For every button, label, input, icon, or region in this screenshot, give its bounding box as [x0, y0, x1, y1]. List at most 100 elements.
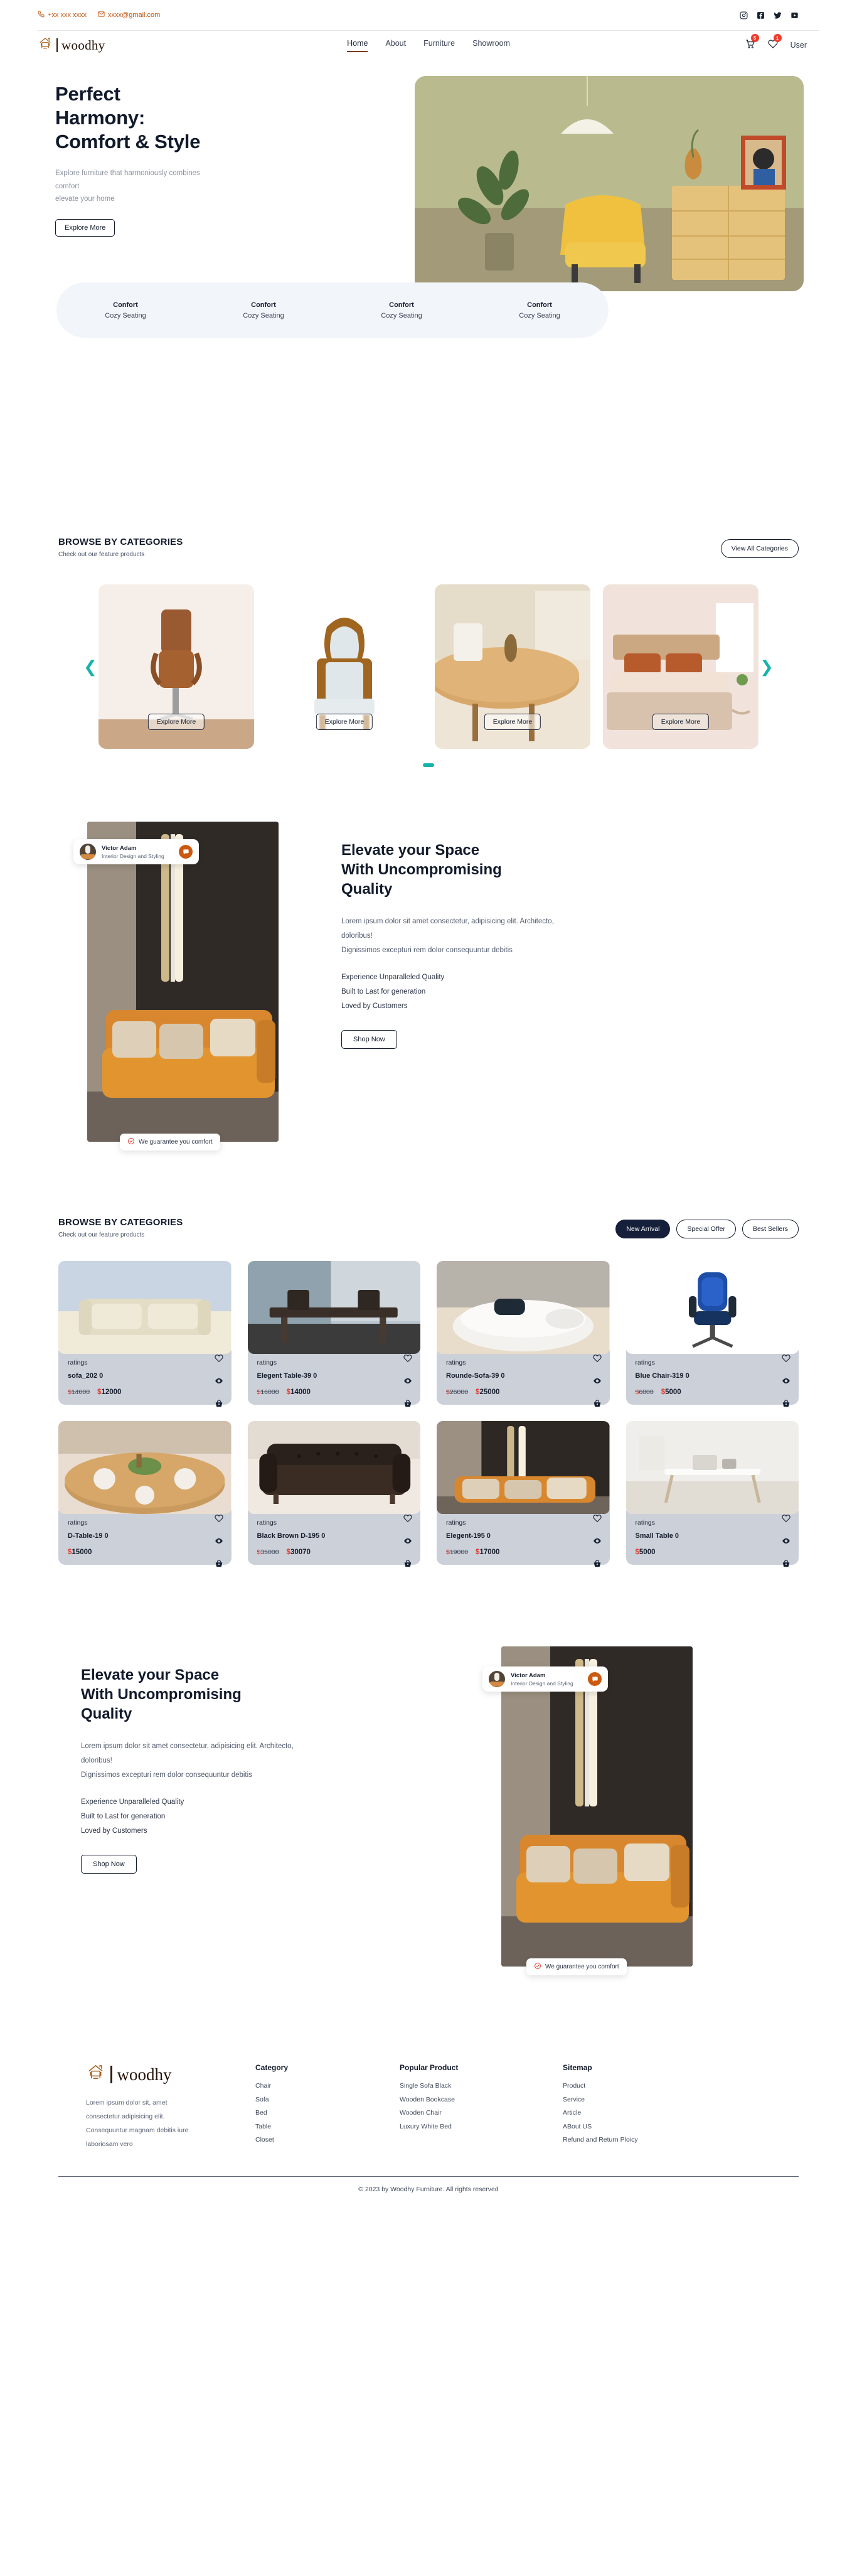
phone-contact[interactable]: +xx xxx xxxx	[38, 11, 87, 19]
hero-explore-more-button[interactable]: Explore More	[55, 218, 115, 237]
basket-icon[interactable]	[593, 1559, 602, 1571]
footer-link[interactable]: Refund and Return Ploicy	[563, 2133, 751, 2147]
basket-icon[interactable]	[403, 1559, 412, 1571]
heart-icon[interactable]	[403, 1514, 412, 1526]
basket-icon[interactable]	[215, 1559, 223, 1571]
sofa-room-illustration	[501, 1646, 693, 1967]
hero-feature-strip: Confort Cozy Seating Confort Cozy Seatin…	[56, 282, 609, 338]
heart-icon[interactable]	[403, 1354, 412, 1366]
showcase-title-line-2: With Uncompromising	[341, 861, 502, 879]
nav-item-furniture[interactable]: Furniture	[423, 39, 455, 52]
product-card-4[interactable]: ratings D-Table-19 0 $15000	[58, 1421, 232, 1567]
carousel-dot-active[interactable]	[423, 763, 434, 767]
cart-button[interactable]: 5	[745, 33, 759, 52]
basket-icon[interactable]	[593, 1399, 602, 1411]
footer-link[interactable]: Wooden Chair	[400, 2106, 563, 2120]
category-explore-button[interactable]: Explore More	[652, 714, 710, 730]
categories-header: BROWSE BY CATEGORIES Check out our featu…	[58, 537, 799, 558]
showcase-top-shop-now-button[interactable]: Shop Now	[341, 1029, 397, 1049]
phone-icon	[38, 11, 45, 19]
footer-link[interactable]: Wooden Bookcase	[400, 2093, 563, 2107]
footer-link[interactable]: Article	[563, 2106, 751, 2120]
tab-new-arrival[interactable]: New Arrival	[615, 1220, 671, 1238]
heart-icon[interactable]	[214, 1354, 223, 1366]
showcase-bottom-title: Elevate your Space With Uncompromising Q…	[81, 1665, 407, 1724]
tab-best-sellers[interactable]: Best Sellers	[742, 1220, 799, 1238]
footer-link[interactable]: Table	[255, 2120, 400, 2134]
chat-bubble-icon[interactable]	[588, 1672, 602, 1686]
eye-icon[interactable]	[403, 1537, 412, 1548]
eye-icon[interactable]	[215, 1377, 223, 1388]
wishlist-button[interactable]: 1	[768, 33, 782, 52]
footer-link[interactable]: Product	[563, 2080, 751, 2093]
heart-icon[interactable]	[592, 1354, 602, 1366]
eye-icon[interactable]	[782, 1377, 790, 1388]
designer-card-top[interactable]: Victor Adam Interior Design and Styling	[73, 839, 199, 864]
eye-icon[interactable]	[782, 1537, 790, 1548]
youtube-icon[interactable]	[790, 11, 799, 19]
eye-icon[interactable]	[593, 1377, 602, 1388]
product-card-3[interactable]: ratings Blue Chair-319 0 $6000 $5000	[625, 1261, 799, 1407]
basket-icon[interactable]	[782, 1399, 790, 1411]
showcase-bottom-shop-now-button[interactable]: Shop Now	[81, 1854, 137, 1874]
footer-link[interactable]: Chair	[255, 2080, 400, 2093]
product-image	[625, 1261, 799, 1354]
footer-link[interactable]: Closet	[255, 2133, 400, 2147]
category-card-2[interactable]: Explore More	[435, 584, 590, 749]
eye-icon[interactable]	[403, 1377, 412, 1388]
user-menu[interactable]: User	[790, 41, 807, 50]
tab-special-offer[interactable]: Special Offer	[676, 1220, 736, 1238]
basket-icon[interactable]	[215, 1399, 223, 1411]
footer-link[interactable]: Bed	[255, 2106, 400, 2120]
brand-logo[interactable]: woodhy	[38, 36, 105, 55]
showcase-para-line-1: Lorem ipsum dolor sit amet consectetur, …	[341, 917, 554, 925]
view-all-categories-button[interactable]: View All Categories	[720, 539, 799, 558]
nav-item-about[interactable]: About	[385, 39, 406, 52]
footer-link[interactable]: Single Sofa Black	[400, 2080, 563, 2093]
category-explore-button[interactable]: Explore More	[147, 714, 205, 730]
designer-card-bottom[interactable]: Victor Adam Interior Design and Styling	[482, 1666, 608, 1692]
footer-link[interactable]: Luxury White Bed	[400, 2120, 563, 2134]
product-card-6[interactable]: ratings Elegent-195 0 $19000 $17000	[437, 1421, 610, 1567]
cart-icon	[745, 39, 755, 51]
footer-link[interactable]: ABout US	[563, 2120, 751, 2134]
feature-item-3[interactable]: Confort Cozy Seating	[471, 301, 609, 319]
category-card-0[interactable]: Explore More	[98, 584, 254, 749]
instagram-icon[interactable]	[740, 11, 748, 19]
heart-icon[interactable]	[592, 1514, 602, 1526]
products-section: BROWSE BY CATEGORIES Check out our featu…	[58, 1217, 799, 1567]
category-card-3[interactable]: Explore More	[603, 584, 759, 749]
heart-icon[interactable]	[214, 1514, 223, 1526]
nav-item-home[interactable]: Home	[347, 39, 368, 52]
product-card-1[interactable]: ratings Elegent Table-39 0 $16000 $14000	[247, 1261, 420, 1407]
basket-icon[interactable]	[782, 1559, 790, 1571]
email-contact[interactable]: xxxx@gmail.com	[98, 11, 160, 19]
basket-icon[interactable]	[403, 1399, 412, 1411]
footer-logo[interactable]: woodhy	[86, 2063, 255, 2086]
feature-item-1[interactable]: Confort Cozy Seating	[194, 301, 333, 319]
footer-link[interactable]: Sofa	[255, 2093, 400, 2107]
product-ratings: ratings	[446, 1359, 466, 1366]
mail-icon	[98, 11, 105, 19]
product-card-2[interactable]: ratings Rounde-Sofa-39 0 $26000 $25000	[437, 1261, 610, 1407]
feature-item-0[interactable]: Confort Cozy Seating	[56, 301, 194, 319]
eye-icon[interactable]	[593, 1537, 602, 1548]
category-explore-button[interactable]: Explore More	[484, 714, 541, 730]
feature-item-2[interactable]: Confort Cozy Seating	[333, 301, 471, 319]
category-explore-button[interactable]: Explore More	[316, 714, 373, 730]
heart-icon[interactable]	[782, 1354, 790, 1366]
heart-icon[interactable]	[782, 1514, 790, 1526]
twitter-icon[interactable]	[774, 11, 782, 19]
eye-icon[interactable]	[215, 1537, 223, 1548]
feature-title: Confort	[527, 301, 552, 309]
facebook-icon[interactable]	[757, 11, 765, 19]
chat-bubble-icon[interactable]	[179, 845, 193, 859]
category-card-1[interactable]: Explore More	[267, 598, 422, 749]
product-card-5[interactable]: ratings Black Brown D-195 0 $35000 $3007…	[247, 1421, 420, 1567]
carousel-prev-arrow[interactable]: ❮	[82, 658, 98, 675]
product-card-7[interactable]: ratings Small Table 0 $5000	[625, 1421, 799, 1567]
product-card-0[interactable]: ratings sofa_202 0 $14000 $12000	[58, 1261, 232, 1407]
carousel-next-arrow[interactable]: ❯	[759, 658, 775, 675]
footer-link[interactable]: Service	[563, 2093, 751, 2107]
nav-item-showroom[interactable]: Showroom	[472, 39, 510, 52]
